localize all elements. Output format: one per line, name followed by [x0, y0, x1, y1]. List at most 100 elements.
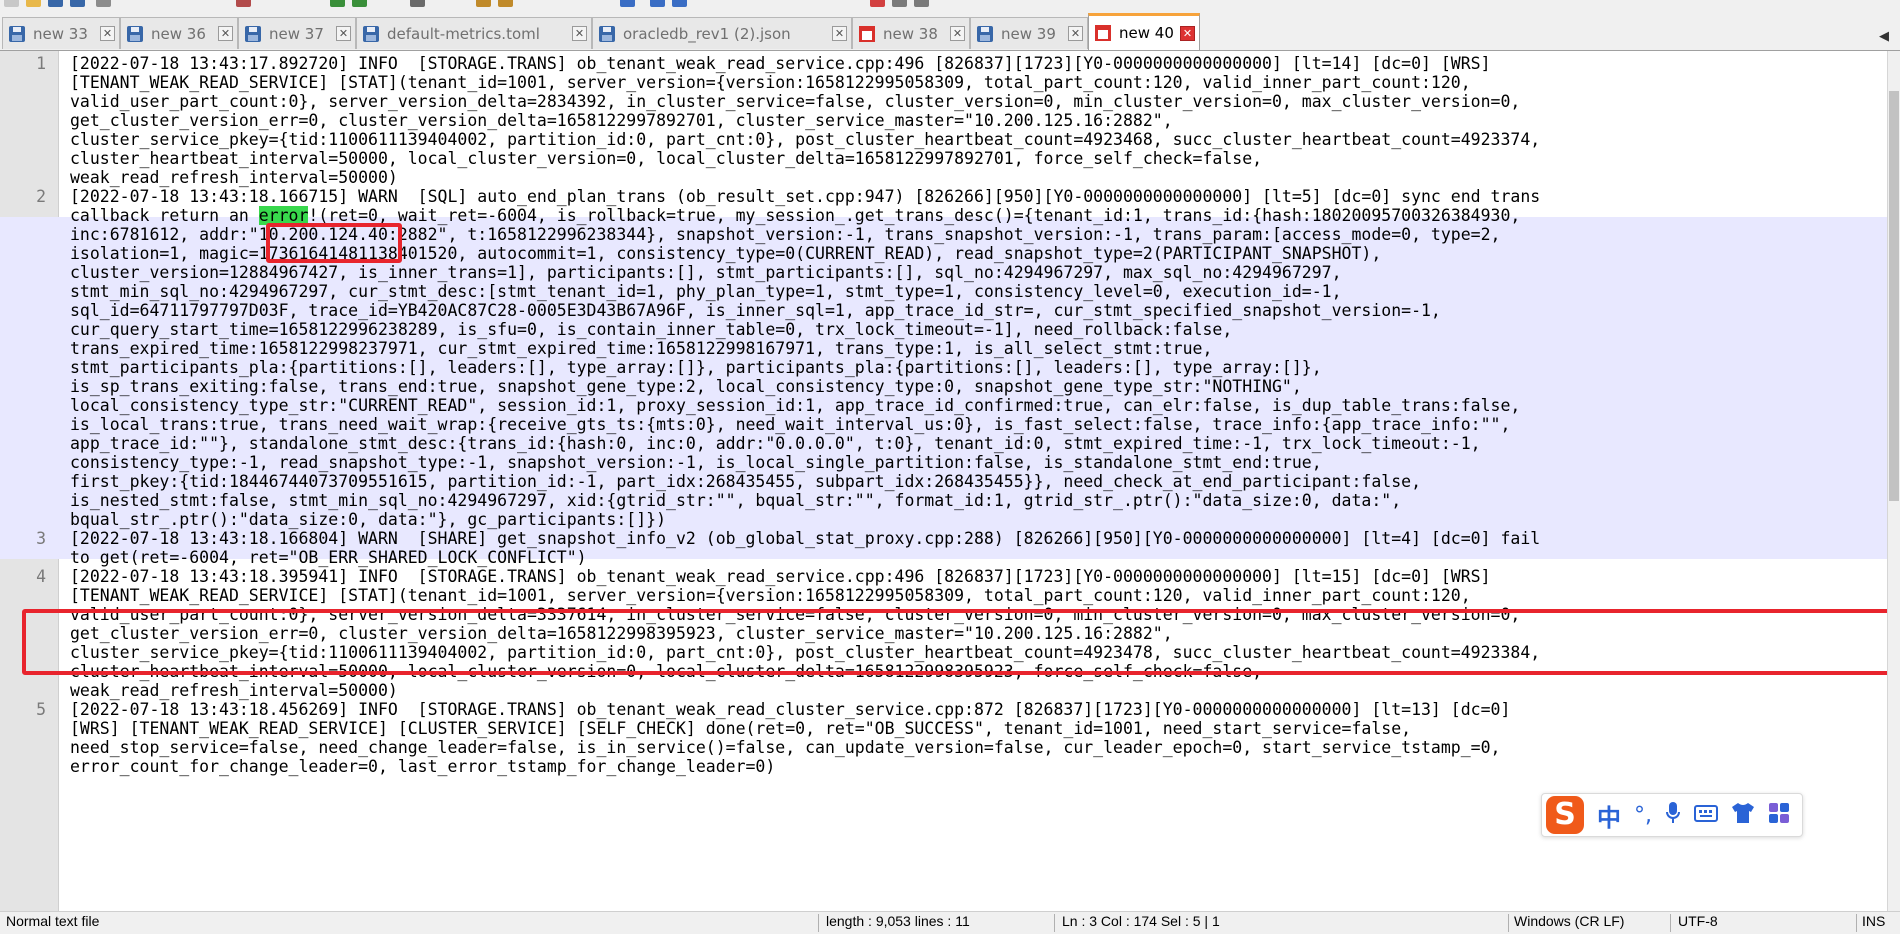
line-text[interactable]: app_trace_id:""}, standalone_stmt_desc:{… [70, 434, 1481, 453]
editor-line[interactable]: trans_expired_time:1658122998237971, cur… [0, 339, 1888, 358]
line-text[interactable]: valid_user_part_count:0}, server_version… [70, 92, 1520, 111]
line-text[interactable]: [2022-07-18 13:43:18.395941] INFO [STORA… [70, 567, 1491, 586]
line-text[interactable]: weak_read_refresh_interval=50000) [70, 168, 398, 187]
save-icon[interactable] [48, 0, 63, 7]
tab-new-33[interactable]: new 33 ✕ [2, 17, 120, 49]
close-icon[interactable]: ✕ [100, 26, 115, 41]
editor-line[interactable]: cluster_version=12884967427, is_inner_tr… [0, 263, 1888, 282]
line-text[interactable]: stmt_min_sql_no:4294967297, cur_stmt_des… [70, 282, 1342, 301]
ime-toolbar[interactable]: S 中 °, [1541, 793, 1803, 837]
editor-line[interactable]: cluster_service_pkey={tid:11006111394040… [0, 130, 1888, 149]
keyboard-icon[interactable] [1694, 803, 1718, 828]
line-text[interactable]: is_sp_trans_exiting:false, trans_end:tru… [70, 377, 1302, 396]
editor-line[interactable]: error_count_for_change_leader=0, last_er… [0, 757, 1888, 776]
editor-line[interactable]: sql_id=64711797797D03F, trace_id=YB420AC… [0, 301, 1888, 320]
editor-line[interactable]: to get(ret=-6004, ret="OB_ERR_SHARED_LOC… [0, 548, 1888, 567]
editor-line[interactable]: is_nested_stmt:false, stmt_min_sql_no:42… [0, 491, 1888, 510]
cut-icon[interactable] [236, 0, 251, 7]
editor-line[interactable]: get_cluster_version_err=0, cluster_versi… [0, 111, 1888, 130]
editor-line[interactable]: 1 [2022-07-18 13:43:17.892720] INFO [STOR… [0, 54, 1888, 73]
shirt-icon[interactable] [1731, 802, 1755, 829]
line-text[interactable]: weak_read_refresh_interval=50000) [70, 681, 398, 700]
text-editor[interactable]: 1 [2022-07-18 13:43:17.892720] INFO [STOR… [0, 51, 1888, 911]
close-icon[interactable]: ✕ [1180, 25, 1195, 41]
line-text[interactable]: get_cluster_version_err=0, cluster_versi… [70, 111, 1173, 130]
line-text[interactable]: stmt_participants_pla:{partitions:[], le… [70, 358, 1322, 377]
open-file-icon[interactable] [26, 0, 41, 7]
grid-icon[interactable] [1768, 802, 1790, 829]
editor-line[interactable]: cluster_heartbeat_interval=50000, local_… [0, 149, 1888, 168]
close-icon[interactable]: ✕ [832, 26, 847, 41]
line-text[interactable]: is_local_trans:true, trans_need_wait_wra… [70, 415, 1510, 434]
editor-line[interactable]: [TENANT_WEAK_READ_SERVICE] [STAT](tenant… [0, 586, 1888, 605]
editor-line[interactable]: local_consistency_type_str:"CURRENT_READ… [0, 396, 1888, 415]
editor-line[interactable]: cur_query_start_time=1658122996238289, i… [0, 320, 1888, 339]
line-text[interactable]: to get(ret=-6004, ret="OB_ERR_SHARED_LOC… [70, 548, 587, 567]
tab-new-40[interactable]: new 40 ✕ [1088, 13, 1200, 50]
sync-scroll-icon[interactable] [620, 0, 635, 7]
editor-line[interactable]: stmt_min_sql_no:4294967297, cur_stmt_des… [0, 282, 1888, 301]
close-icon[interactable]: ✕ [572, 26, 587, 41]
line-text[interactable]: [WRS] [TENANT_WEAK_READ_SERVICE] [CLUSTE… [70, 719, 1411, 738]
editor-line[interactable]: valid_user_part_count:0}, server_version… [0, 92, 1888, 111]
tab-new-37[interactable]: new 37 ✕ [238, 17, 356, 49]
tab-new-38[interactable]: new 38 ✕ [852, 17, 970, 49]
line-text[interactable]: first_pkey:{tid:18446744073709551615, pa… [70, 472, 1421, 491]
line-text[interactable]: cluster_heartbeat_interval=50000, local_… [70, 149, 1262, 168]
line-text[interactable]: [2022-07-18 13:43:18.166715] WARN [SQL] … [70, 187, 1540, 206]
save-all-icon[interactable] [70, 0, 85, 7]
scrollbar-thumb[interactable] [1889, 91, 1899, 501]
editor-line[interactable]: bqual_str_.ptr():"data_size:0, data:"}, … [0, 510, 1888, 529]
line-text[interactable]: is_nested_stmt:false, stmt_min_sql_no:42… [70, 491, 1401, 510]
editor-line[interactable]: 2 [2022-07-18 13:43:18.166715] WARN [SQL]… [0, 187, 1888, 206]
macro-record-icon[interactable] [870, 0, 885, 7]
close-icon[interactable]: ✕ [1068, 26, 1083, 41]
line-text[interactable]: error_count_for_change_leader=0, last_er… [70, 757, 775, 776]
close-icon[interactable] [96, 0, 111, 7]
editor-line[interactable]: [WRS] [TENANT_WEAK_READ_SERVICE] [CLUSTE… [0, 719, 1888, 738]
editor-line[interactable]: weak_read_refresh_interval=50000) [0, 168, 1888, 187]
close-icon[interactable]: ✕ [218, 26, 233, 41]
microphone-icon[interactable] [1665, 801, 1681, 830]
editor-line[interactable]: 5 [2022-07-18 13:43:18.456269] INFO [STOR… [0, 700, 1888, 719]
line-text[interactable]: local_consistency_type_str:"CURRENT_READ… [70, 396, 1520, 415]
editor-line[interactable]: [TENANT_WEAK_READ_SERVICE] [STAT](tenant… [0, 73, 1888, 92]
new-file-icon[interactable] [4, 0, 19, 7]
word-wrap-icon[interactable] [650, 0, 665, 7]
line-text[interactable]: trans_expired_time:1658122998237971, cur… [70, 339, 1212, 358]
indent-guide-icon[interactable] [672, 0, 687, 7]
line-text[interactable]: [TENANT_WEAK_READ_SERVICE] [STAT](tenant… [70, 73, 1471, 92]
redo-icon[interactable] [352, 0, 367, 7]
editor-line[interactable]: need_stop_service=false, need_change_lea… [0, 738, 1888, 757]
macro-play-icon[interactable] [914, 0, 929, 7]
editor-line[interactable]: stmt_participants_pla:{partitions:[], le… [0, 358, 1888, 377]
tab-new-36[interactable]: new 36 ✕ [120, 17, 238, 49]
editor-line[interactable]: 3 [2022-07-18 13:43:18.166804] WARN [SHAR… [0, 529, 1888, 548]
line-text[interactable]: need_stop_service=false, need_change_lea… [70, 738, 1500, 757]
undo-icon[interactable] [330, 0, 345, 7]
line-text[interactable]: sql_id=64711797797D03F, trace_id=YB420AC… [70, 301, 1441, 320]
editor-line[interactable]: is_sp_trans_exiting:false, trans_end:tru… [0, 377, 1888, 396]
editor-line[interactable]: is_local_trans:true, trans_need_wait_wra… [0, 415, 1888, 434]
line-text[interactable]: cluster_version=12884967427, is_inner_tr… [70, 263, 1342, 282]
find-icon[interactable] [410, 0, 425, 7]
close-icon[interactable]: ✕ [950, 26, 965, 41]
zoom-out-icon[interactable] [498, 0, 513, 7]
line-text[interactable]: cur_query_start_time=1658122996238289, i… [70, 320, 1232, 339]
line-text[interactable]: consistency_type:-1, read_snapshot_type:… [70, 453, 1322, 472]
ime-logo[interactable]: S [1546, 796, 1584, 834]
editor-line[interactable]: weak_read_refresh_interval=50000) [0, 681, 1888, 700]
tab-scroll-left-icon[interactable]: ◀ [1876, 24, 1892, 48]
vertical-scrollbar[interactable] [1887, 51, 1900, 911]
tab-oracledb-rev1[interactable]: oracledb_rev1 (2).json ✕ [592, 17, 852, 49]
line-text[interactable]: [2022-07-18 13:43:18.166804] WARN [SHARE… [70, 529, 1540, 548]
editor-line[interactable]: consistency_type:-1, read_snapshot_type:… [0, 453, 1888, 472]
editor-line[interactable]: 4 [2022-07-18 13:43:18.395941] INFO [STOR… [0, 567, 1888, 586]
close-icon[interactable]: ✕ [336, 26, 351, 41]
line-text[interactable]: [TENANT_WEAK_READ_SERVICE] [STAT](tenant… [70, 586, 1471, 605]
tab-default-metrics[interactable]: default-metrics.toml ✕ [356, 17, 592, 49]
punctuation-toggle[interactable]: °, [1634, 803, 1652, 828]
tab-new-39[interactable]: new 39 ✕ [970, 17, 1088, 49]
zoom-in-icon[interactable] [476, 0, 491, 7]
line-text[interactable]: bqual_str_.ptr():"data_size:0, data:"}, … [70, 510, 666, 529]
